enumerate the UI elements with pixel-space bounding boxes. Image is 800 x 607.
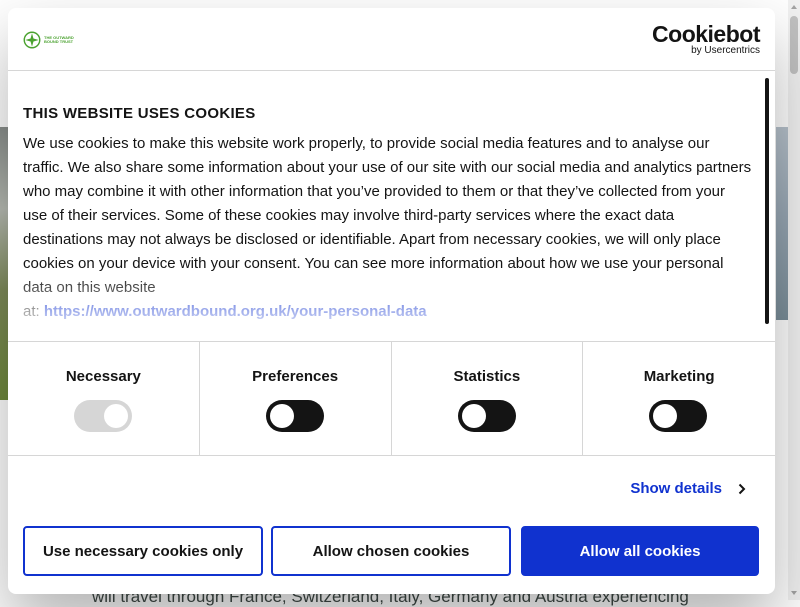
switch-knob [104, 404, 128, 428]
scroll-up-icon[interactable] [788, 0, 800, 14]
necessary-switch[interactable] [74, 400, 132, 432]
cookiebot-wordmark: Cookiebot [652, 21, 760, 47]
consent-toggles: Necessary Preferences Statistics Marketi… [8, 341, 775, 456]
consent-content: THIS WEBSITE USES COOKIES We use cookies… [8, 71, 775, 341]
toggle-label-necessary: Necessary [65, 368, 141, 385]
page-scrollbar[interactable] [788, 0, 800, 600]
toggle-necessary: Necessary [8, 342, 200, 455]
consent-title: THIS WEBSITE USES COOKIES [23, 105, 256, 122]
page-scrollbar-thumb[interactable] [790, 16, 798, 74]
cookie-consent-dialog: THE OUTWARD BOUND TRUST Cookiebot by Use… [8, 8, 775, 594]
cookiebot-logo[interactable]: Cookiebot by Usercentrics [652, 22, 760, 56]
use-necessary-only-button[interactable]: Use necessary cookies only [23, 526, 263, 576]
preferences-switch[interactable] [265, 400, 324, 432]
brand-logo: THE OUTWARD BOUND TRUST [23, 28, 84, 52]
toggle-statistics: Statistics [392, 342, 584, 455]
toggle-label-preferences: Preferences [252, 368, 339, 385]
content-scrollbar[interactable] [765, 78, 769, 324]
scroll-down-icon[interactable] [788, 586, 800, 600]
allow-all-cookies-button[interactable]: Allow all cookies [521, 526, 759, 576]
consent-body-text: We use cookies to make this website work… [23, 135, 752, 296]
consent-text: We use cookies to make this website work… [23, 132, 753, 324]
show-details-label: Show details [630, 480, 722, 497]
toggle-label-statistics: Statistics [453, 368, 521, 385]
allow-chosen-cookies-button[interactable]: Allow chosen cookies [271, 526, 511, 576]
switch-knob [653, 404, 678, 428]
toggle-marketing: Marketing [583, 342, 775, 455]
marketing-switch[interactable] [649, 400, 708, 432]
background-photo-right [776, 127, 788, 320]
personal-data-link[interactable]: https://www.outwardbound.org.uk/your-per… [44, 303, 427, 320]
consent-buttons: Use necessary cookies only Allow chosen … [23, 526, 759, 576]
toggle-preferences: Preferences [200, 342, 392, 455]
brand-logo-text: THE OUTWARD BOUND TRUST [44, 34, 74, 44]
switch-knob [461, 404, 486, 428]
switch-knob [269, 404, 294, 428]
chevron-right-icon [738, 483, 746, 494]
compass-emblem-icon [23, 31, 41, 49]
toggle-label-marketing: Marketing [643, 368, 715, 385]
show-details-link[interactable]: Show details [630, 480, 748, 497]
statistics-switch[interactable] [457, 400, 516, 432]
dialog-header: THE OUTWARD BOUND TRUST Cookiebot by Use… [8, 8, 775, 71]
details-row: Show details [8, 455, 775, 525]
link-prefix: at: [23, 303, 44, 320]
